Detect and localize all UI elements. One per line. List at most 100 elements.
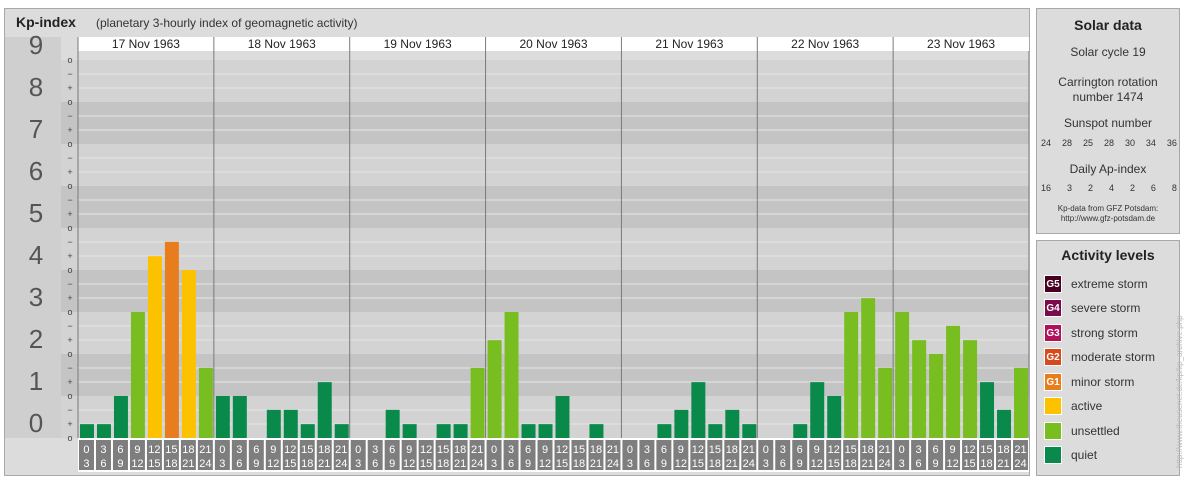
kp-bar (912, 340, 927, 438)
day-label: 17 Nov 1963 (112, 37, 180, 51)
kp-bar (521, 424, 536, 438)
kp-bar (215, 396, 230, 438)
ap-values: 16 3 2 4 2 6 8 (1041, 183, 1177, 193)
interval-end-label: 6 (508, 458, 514, 470)
interval-start-label: 0 (899, 444, 905, 456)
interval-end-label: 18 (980, 458, 992, 470)
y-tick-label: 1 (29, 366, 43, 396)
legend-item-g2: G2 moderate storm (1044, 348, 1155, 366)
interval-end-label: 18 (573, 458, 585, 470)
interval-end-label: 15 (420, 458, 432, 470)
carrington-line-2: number 1474 (1072, 90, 1144, 104)
y-sub-label: + (67, 335, 72, 345)
interval-end-label: 18 (301, 458, 313, 470)
sunspot-value: 25 (1082, 138, 1093, 148)
interval-end-label: 9 (525, 458, 531, 470)
chart-subtitle: (planetary 3-hourly index of geomagnetic… (96, 16, 358, 30)
ap-label: Daily Ap-index (1069, 162, 1147, 176)
interval-start-label: 15 (845, 444, 857, 456)
kp-bar (657, 424, 672, 438)
interval-start-label: 15 (573, 444, 585, 456)
interval-start-label: 18 (590, 444, 602, 456)
interval-start-label: 0 (491, 444, 497, 456)
interval-start-label: 21 (607, 444, 619, 456)
interval-start-label: 15 (709, 444, 721, 456)
kp-bar (1014, 367, 1028, 438)
interval-start-label: 9 (406, 444, 412, 456)
interval-end-label: 3 (899, 458, 905, 470)
kp-band (5, 102, 1029, 144)
kp-bar (997, 409, 1012, 438)
legend-item-active: active (1044, 397, 1102, 415)
interval-end-label: 12 (946, 458, 958, 470)
kp-bar (198, 367, 213, 438)
ap-value: 3 (1066, 183, 1072, 193)
interval-start-label: 6 (797, 444, 803, 456)
interval-start-label: 3 (236, 444, 242, 456)
kp-bar (810, 382, 825, 438)
ap-value: 16 (1041, 183, 1052, 193)
solar-data-panel: Solar data Solar cycle 19 Carrington rot… (1036, 8, 1180, 234)
interval-start-label: 3 (644, 444, 650, 456)
interval-start-label: 0 (83, 444, 89, 456)
legend-item-quiet: quiet (1044, 446, 1097, 464)
interval-start-label: 18 (726, 444, 738, 456)
interval-start-label: 12 (692, 444, 704, 456)
kp-chart: 0123456789o+−o+−o+−o+−o+−o+−o+−o+−o+−o17… (5, 30, 1029, 472)
interval-end-label: 3 (219, 458, 225, 470)
interval-end-label: 12 (539, 458, 551, 470)
interval-start-label: 21 (471, 444, 483, 456)
interval-start-label: 9 (678, 444, 684, 456)
interval-end-label: 21 (997, 458, 1009, 470)
activity-levels-panel: Activity levels G5 extreme storm G4 seve… (1036, 240, 1180, 476)
y-sub-label: + (67, 167, 72, 177)
y-sub-label: + (67, 83, 72, 93)
interval-start-label: 3 (508, 444, 514, 456)
kp-bar (725, 409, 740, 438)
kp-bar (844, 312, 859, 438)
interval-end-label: 12 (403, 458, 415, 470)
interval-start-label: 15 (437, 444, 449, 456)
interval-end-label: 21 (454, 458, 466, 470)
interval-end-label: 21 (862, 458, 874, 470)
ap-value: 4 (1108, 183, 1114, 193)
interval-end-label: 6 (100, 458, 106, 470)
interval-start-label: 6 (117, 444, 123, 456)
interval-start-label: 6 (389, 444, 395, 456)
kp-bar (878, 367, 893, 438)
kp-bar (453, 424, 468, 438)
interval-start-label: 3 (372, 444, 378, 456)
kp-bar (130, 312, 145, 438)
legend-label: minor storm (1071, 375, 1135, 389)
y-sub-label: − (67, 363, 72, 373)
kp-bar (504, 312, 519, 438)
y-tick-label: 4 (29, 240, 43, 270)
interval-start-label: 6 (525, 444, 531, 456)
interval-start-label: 21 (743, 444, 755, 456)
interval-end-label: 21 (318, 458, 330, 470)
interval-end-label: 21 (726, 458, 738, 470)
interval-end-label: 18 (437, 458, 449, 470)
legend-item-g1: G1 minor storm (1044, 373, 1134, 391)
y-sub-label: o (67, 55, 72, 65)
interval-end-label: 12 (131, 458, 143, 470)
legend-swatch: G5 (1044, 275, 1062, 293)
kp-band (5, 144, 1029, 186)
interval-end-label: 9 (661, 458, 667, 470)
interval-end-label: 24 (879, 458, 891, 470)
kp-bar (589, 424, 604, 438)
y-sub-label: o (67, 307, 72, 317)
kp-chart-panel: 0 1 2 3 4 5 6 7 8 9 o + − o + − o + − o + − o + − o + − o + − o + − o + − o 17… (4, 8, 1030, 476)
sunspot-value: 36 (1166, 138, 1177, 148)
kp-bar (708, 424, 723, 438)
sunspot-value: 30 (1124, 138, 1135, 148)
kp-bar (436, 424, 451, 438)
y-sub-label: − (67, 279, 72, 289)
y-sub-label: o (67, 265, 72, 275)
source-link[interactable]: http://www.gfz-potsdam.de (1037, 214, 1179, 224)
interval-end-label: 24 (743, 458, 755, 470)
interval-end-label: 12 (267, 458, 279, 470)
interval-end-label: 9 (253, 458, 259, 470)
y-tick-label: 3 (29, 282, 43, 312)
legend-swatch: G4 (1044, 299, 1062, 317)
